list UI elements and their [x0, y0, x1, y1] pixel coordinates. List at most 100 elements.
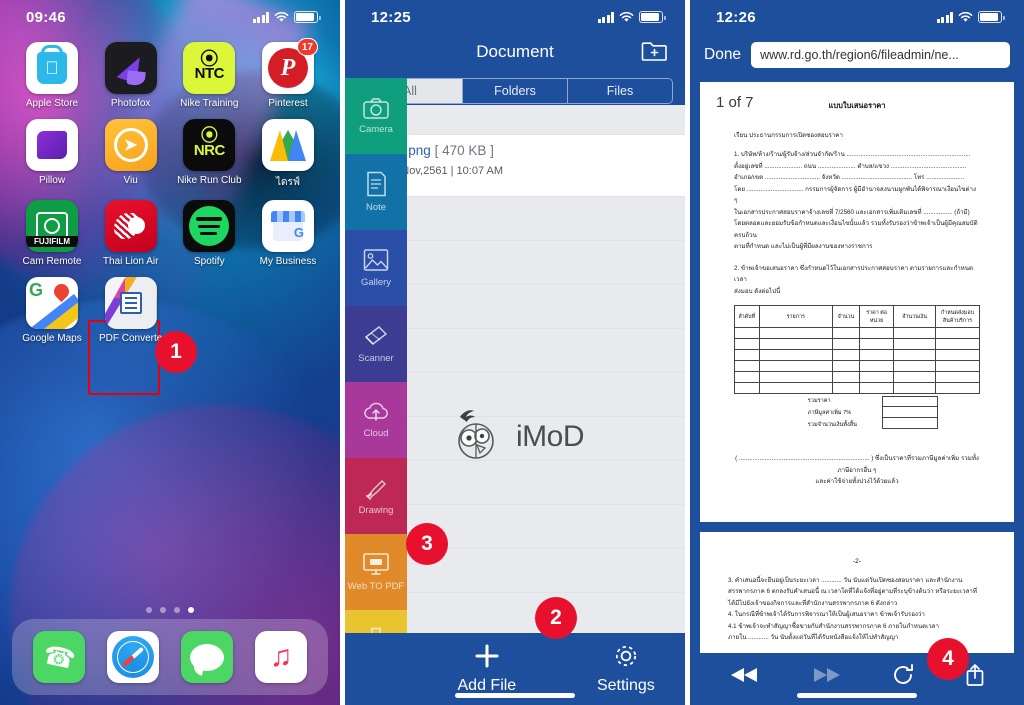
app-nike-training[interactable]: ⦿ NTC Nike Training	[173, 42, 245, 109]
done-button[interactable]: Done	[704, 46, 741, 64]
app-thai-lion-air[interactable]: Thai Lion Air	[95, 200, 167, 267]
sidebar-item-label: Scanner	[358, 353, 394, 364]
app-label: Apple Store	[25, 98, 79, 109]
table-row	[734, 382, 981, 395]
sidebar-item-scanner[interactable]: Scanner	[345, 306, 407, 382]
totals-label: ภาษีมูลค่าเพิ่ม 7%	[807, 409, 852, 416]
rewind-icon[interactable]	[730, 666, 760, 684]
app-spotify[interactable]: Spotify	[173, 200, 245, 267]
file-name-row: Image.png [ 470 KB ]	[367, 143, 685, 158]
app-apple-store[interactable]:  Apple Store	[16, 42, 88, 109]
music-icon[interactable]: ♫	[255, 631, 307, 683]
app-cam-remote[interactable]: FUJIFILM Cam Remote	[16, 200, 88, 267]
app-label: Pillow	[38, 175, 66, 186]
document-body-line: อำเภอ/เขต ..............................…	[734, 174, 965, 182]
document-page-1: 1 of 7 แบบใบเสนอราคา เรียน ประธานกรรมการ…	[700, 82, 1014, 522]
file-size: [ 470 KB ]	[434, 143, 494, 158]
page-number: -2-	[853, 558, 861, 565]
battery-icon	[639, 11, 666, 23]
app-pinterest[interactable]: P 17 Pinterest	[252, 38, 324, 109]
phone-icon[interactable]: ☎	[33, 631, 85, 683]
app-row: FUJIFILM Cam Remote Thai Lion Air Spotif…	[16, 200, 324, 267]
wifi-icon	[619, 11, 634, 23]
app-label: Spotify	[194, 256, 225, 267]
sidebar-item-label: Drawing	[358, 505, 394, 516]
tab-folders[interactable]: Folders	[462, 79, 567, 103]
imod-watermark-text: iMoD	[515, 419, 585, 453]
app-grid:  Apple Store Photofox ⦿NTC Nike Trainin…	[0, 34, 340, 344]
table-row	[734, 338, 981, 351]
page-indicator-dots[interactable]	[0, 607, 340, 613]
document-body-line: ตั้งอยู่เลขที่ ...................... ถน…	[734, 162, 967, 170]
add-file-button[interactable]: Add File	[407, 643, 567, 695]
document-body-line: ตามที่กำหนด และไม่เป็นผู้ที่มีผลงานของทา…	[734, 243, 873, 251]
new-folder-icon[interactable]	[641, 40, 667, 61]
app-label: Pinterest	[268, 98, 308, 109]
app-google-drive[interactable]: ไดรฟ์	[252, 119, 324, 190]
document-body-line: ได้มีไปยังเจ้าของกิจการและที่สำนักงานสรร…	[728, 599, 898, 607]
battery-icon	[978, 11, 1005, 23]
totals-boxes	[882, 396, 939, 431]
web-content[interactable]: 1 of 7 แบบใบเสนอราคา เรียน ประธานกรรมการ…	[690, 74, 1024, 653]
fujifilm-cam-remote-icon: FUJIFILM	[26, 200, 78, 252]
sidebar-item-label: Camera	[359, 124, 393, 135]
dock: ☎ ♫	[12, 619, 328, 695]
sidebar-item-note[interactable]: Note	[345, 154, 407, 230]
totals-label: รวมจำนวนเงินทั้งสิ้น	[807, 421, 857, 428]
table-row	[734, 360, 981, 373]
fast-forward-icon[interactable]	[811, 666, 841, 684]
sidebar-item-cloud[interactable]: Cloud	[345, 382, 407, 458]
app-google-maps[interactable]: G Google Maps	[16, 277, 88, 344]
sidebar-item-camera[interactable]: Camera	[345, 78, 407, 154]
tab-files[interactable]: Files	[567, 79, 672, 103]
pillow-icon	[26, 119, 78, 171]
app-row: Pillow ➤ Viu ⦿ NRC Nike Run Club ไดรฟ์	[16, 119, 324, 190]
table-row	[734, 327, 981, 340]
phone-panel-document-app: 12:25 Document All Folders Files [470 K…	[345, 0, 685, 705]
safari-icon[interactable]	[107, 631, 159, 683]
app-header: Document	[345, 34, 685, 78]
document-body-line: 3. คำเสนอนี้จะยืนอยู่เป็นระยะเวลา ......…	[728, 577, 963, 584]
settings-label: Settings	[596, 677, 655, 694]
app-nike-run-club[interactable]: ⦿ NRC Nike Run Club	[173, 119, 245, 190]
status-bar: 12:26	[690, 0, 1024, 34]
home-indicator[interactable]	[455, 693, 575, 698]
sidebar-item-label: Note	[365, 202, 387, 213]
document-body-line: 4. ในกรณีที่ข้าพเจ้าได้รับการพิจารณาให้เ…	[728, 611, 925, 619]
cellular-bars-icon	[597, 11, 614, 23]
quotation-table: ลำดับที่ รายการ จำนวน ราคา ต่อหน่วย จำนว…	[734, 305, 981, 395]
app-pdf-converter[interactable]: PDF Converte	[95, 277, 167, 344]
home-indicator[interactable]	[797, 693, 917, 698]
web-to-pdf-icon	[362, 552, 390, 576]
messages-icon[interactable]	[181, 631, 233, 683]
document-body-line: ส่งมอบ ดังต่อไปนี้	[734, 287, 781, 295]
app-photofox[interactable]: Photofox	[95, 42, 167, 109]
sidebar-item-gallery[interactable]: Gallery	[345, 230, 407, 306]
imod-mascot-icon	[446, 405, 506, 468]
app-label: Photofox	[110, 98, 151, 109]
pdf-converter-icon	[104, 277, 157, 329]
notification-badge: 17	[296, 38, 318, 56]
camera-icon	[363, 97, 389, 119]
url-field[interactable]: www.rd.go.th/region6/fileadmin/ne...	[751, 42, 1010, 68]
app-label: ไดรฟ์	[275, 177, 300, 188]
gear-icon	[613, 643, 639, 674]
app-pillow[interactable]: Pillow	[16, 119, 88, 190]
google-my-business-icon: G	[261, 200, 314, 252]
settings-button[interactable]: Settings	[567, 643, 685, 695]
sidebar-item-web-to-pdf[interactable]: Web TO PDF	[345, 534, 407, 610]
sidebar-item-drawing[interactable]: Drawing	[345, 458, 407, 534]
app-viu[interactable]: ➤ Viu	[95, 119, 167, 190]
cellular-bars-icon	[936, 11, 953, 23]
reload-icon[interactable]	[892, 663, 914, 687]
page-title: Document	[476, 42, 554, 61]
sidebar-item-label: Cloud	[363, 428, 389, 439]
app-my-business[interactable]: G My Business	[252, 200, 324, 267]
tools-sidebar: Camera Note Gallery Scanner Cloud Drawin…	[345, 78, 407, 686]
document-subject: เรียน ประธานกรรมการเปิดซองสอบราคา	[734, 132, 843, 139]
app-label: Cam Remote	[22, 256, 82, 267]
status-bar: 09:46	[0, 0, 340, 34]
document-body-line: ในเอกสารประกาศสอบราคาจ้างเลขที่ 7/2560 แ…	[734, 208, 970, 216]
document-body-line: 2. ข้าพเจ้าขอเสนอราคา ซึ่งกำหนดไว้ในเอกส…	[734, 264, 974, 284]
app-label: PDF Converte	[98, 333, 163, 344]
